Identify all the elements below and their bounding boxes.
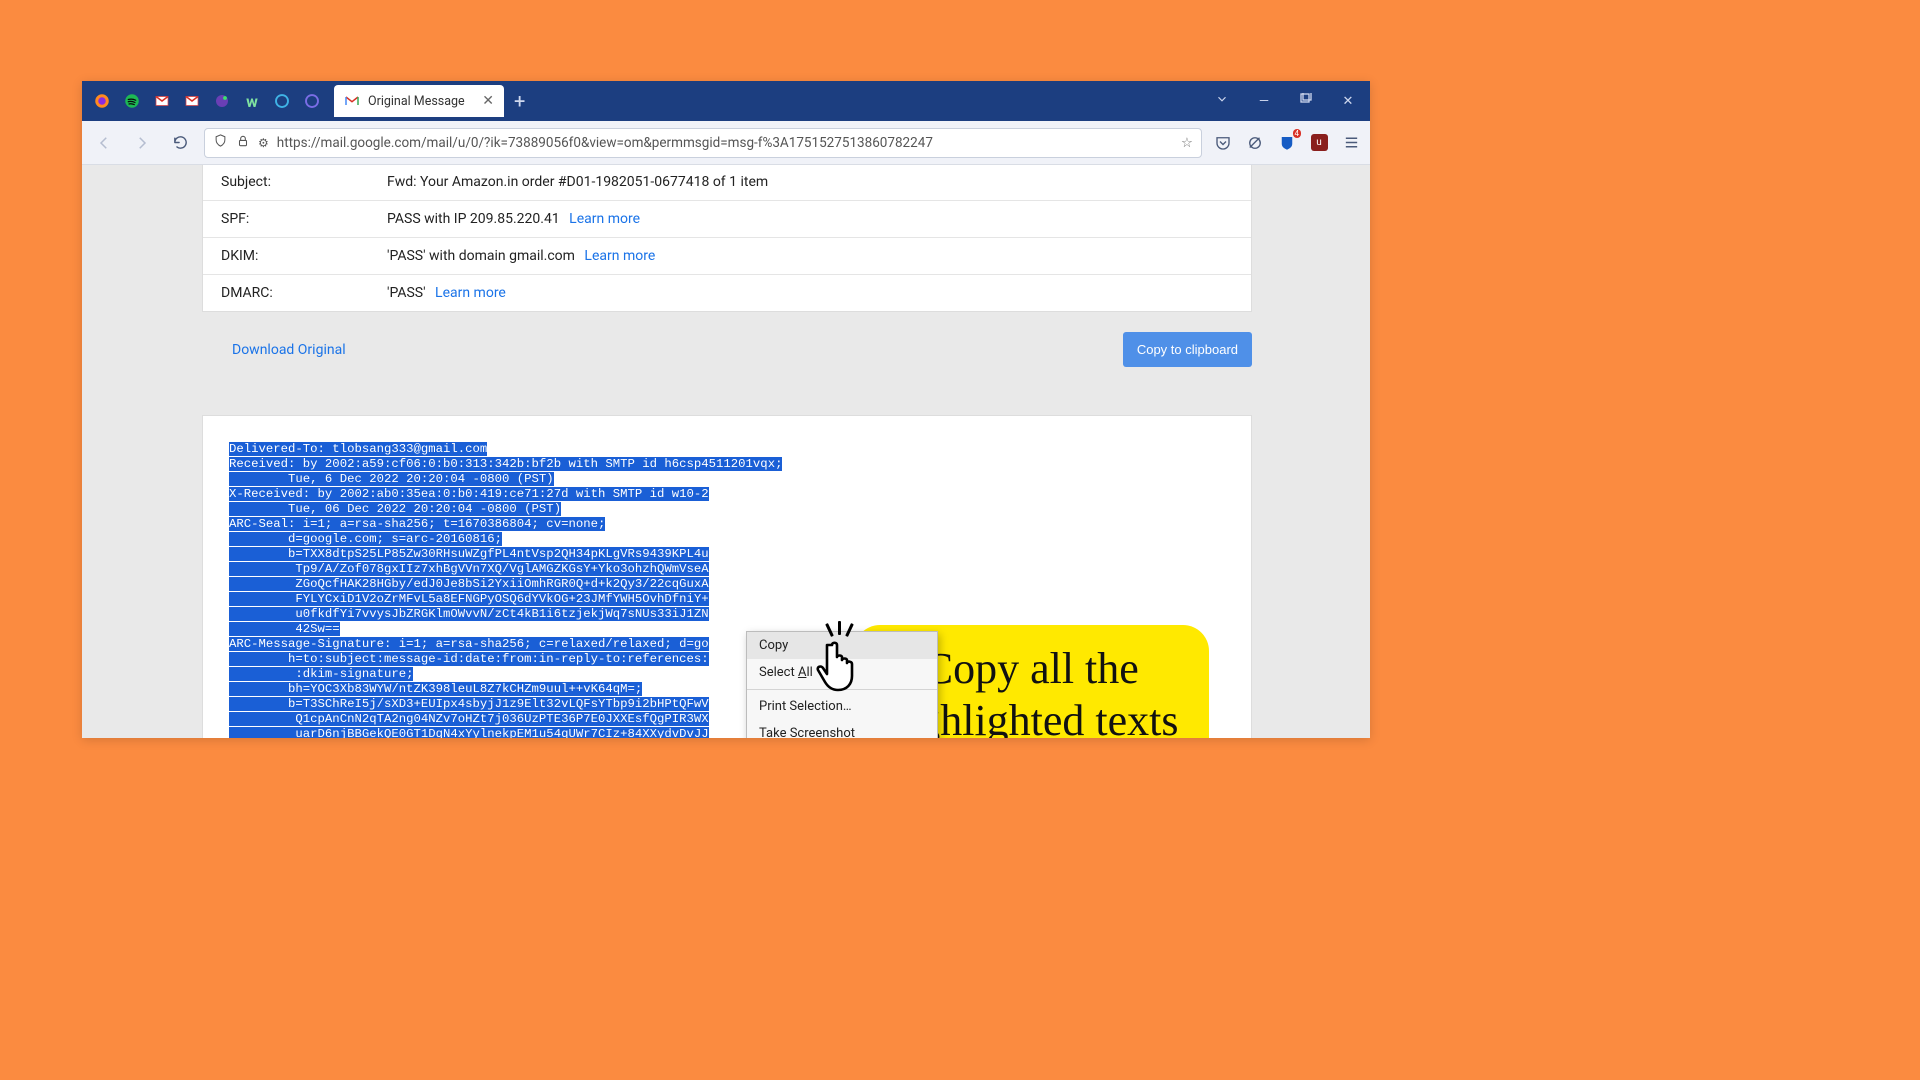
app-menu-icon[interactable]	[1340, 132, 1362, 154]
row-dmarc: DMARC: 'PASS' Learn more	[203, 275, 1251, 312]
row-dkim: DKIM: 'PASS' with domain gmail.com Learn…	[203, 238, 1251, 275]
pinned-w-icon[interactable]: w	[238, 87, 266, 115]
tabs-list-icon[interactable]	[1206, 92, 1238, 110]
info-table: Subject: Fwd: Your Amazon.in order #D01-…	[203, 165, 1251, 311]
copy-to-clipboard-button[interactable]: Copy to clipboard	[1123, 332, 1252, 367]
firefox-icon[interactable]	[88, 87, 116, 115]
forward-button[interactable]	[128, 134, 156, 152]
window-controls: — ✕	[1206, 92, 1364, 110]
gmail-icon-2[interactable]	[178, 87, 206, 115]
pinned-app-icon[interactable]	[208, 87, 236, 115]
toolbar: ⚙ https://mail.google.com/mail/u/0/?ik=7…	[82, 121, 1370, 165]
ctx-print[interactable]: Print Selection…	[747, 693, 937, 720]
shield-icon[interactable]	[213, 133, 228, 152]
page-content: Subject: Fwd: Your Amazon.in order #D01-…	[82, 165, 1370, 738]
new-tab-button[interactable]: +	[514, 89, 525, 113]
row-spf: SPF: PASS with IP 209.85.220.41 Learn mo…	[203, 201, 1251, 238]
gmail-icon[interactable]	[148, 87, 176, 115]
address-bar[interactable]: ⚙ https://mail.google.com/mail/u/0/?ik=7…	[204, 128, 1202, 158]
subject-value: Fwd: Your Amazon.in order #D01-1982051-0…	[369, 165, 1251, 201]
pocket-icon[interactable]	[1212, 132, 1234, 154]
dkim-label: DKIM:	[203, 238, 369, 275]
pinned-tabs: w	[88, 87, 326, 115]
pinned-circle-icon[interactable]	[268, 87, 296, 115]
spotify-icon[interactable]	[118, 87, 146, 115]
browser-window: w Original Message ✕ + — ✕	[82, 81, 1370, 738]
dmarc-label: DMARC:	[203, 275, 369, 312]
tab-title: Original Message	[368, 94, 465, 109]
minimize-button[interactable]: —	[1248, 94, 1280, 109]
ctx-select-all-label: Select All	[759, 665, 813, 680]
learn-more-link[interactable]: Learn more	[435, 285, 506, 301]
row-subject: Subject: Fwd: Your Amazon.in order #D01-…	[203, 165, 1251, 201]
pinned-circle-icon-2[interactable]	[298, 87, 326, 115]
bookmark-star-icon[interactable]: ☆	[1181, 135, 1193, 151]
toolbar-extensions: 4 u	[1212, 132, 1362, 154]
bitwarden-ext-icon[interactable]: 4	[1276, 132, 1298, 154]
back-button[interactable]	[90, 134, 118, 152]
learn-more-link[interactable]: Learn more	[569, 211, 640, 227]
gmail-favicon-icon	[344, 93, 360, 109]
lock-icon[interactable]	[236, 134, 250, 152]
maximize-button[interactable]	[1290, 93, 1322, 109]
ctx-screenshot[interactable]: Take Screenshot	[747, 720, 937, 738]
ctx-copy-label: Copy	[759, 638, 788, 653]
dkim-value: 'PASS' with domain gmail.com Learn more	[369, 238, 1251, 275]
ublock-ext-icon[interactable]: u	[1308, 132, 1330, 154]
active-tab[interactable]: Original Message ✕	[334, 85, 504, 117]
actions-row: Download Original Copy to clipboard	[202, 332, 1252, 367]
reload-button[interactable]	[166, 134, 194, 151]
message-info-card: Subject: Fwd: Your Amazon.in order #D01-…	[202, 165, 1252, 312]
ctx-print-label: Print Selection…	[759, 699, 852, 714]
dmarc-value: 'PASS' Learn more	[369, 275, 1251, 312]
extension-icon[interactable]	[1244, 132, 1266, 154]
ctx-screenshot-label: Take Screenshot	[759, 726, 855, 738]
close-tab-icon[interactable]: ✕	[482, 93, 494, 109]
spf-label: SPF:	[203, 201, 369, 238]
titlebar: w Original Message ✕ + — ✕	[82, 81, 1370, 121]
url-text: https://mail.google.com/mail/u/0/?ik=738…	[277, 135, 1173, 151]
download-original-link[interactable]: Download Original	[202, 342, 346, 358]
learn-more-link[interactable]: Learn more	[584, 248, 655, 264]
close-window-button[interactable]: ✕	[1332, 94, 1364, 109]
subject-label: Subject:	[203, 165, 369, 201]
spf-value: PASS with IP 209.85.220.41 Learn more	[369, 201, 1251, 238]
permissions-icon[interactable]: ⚙	[258, 136, 269, 150]
